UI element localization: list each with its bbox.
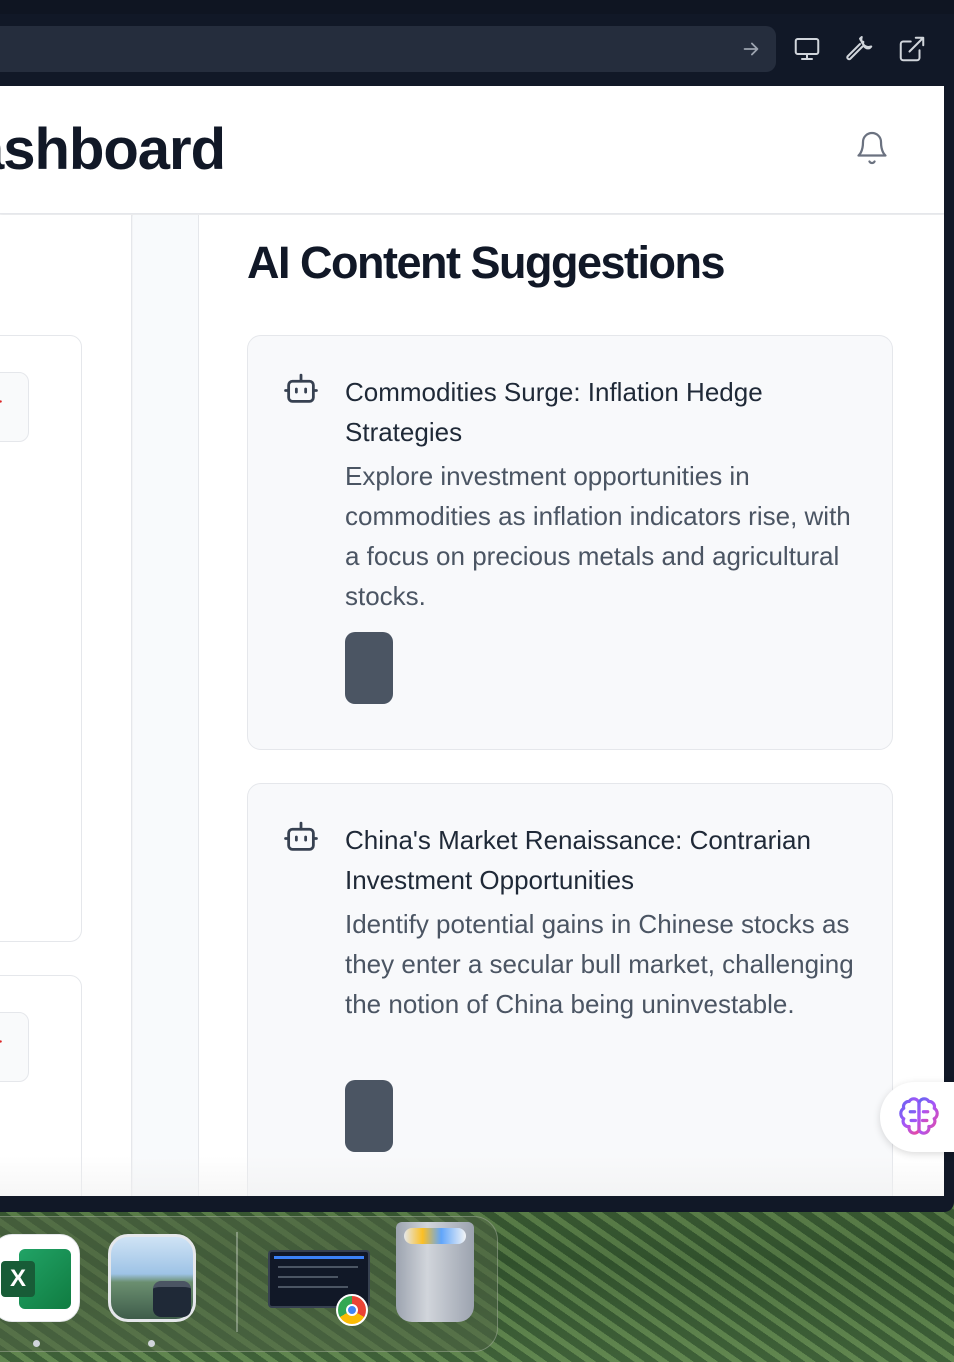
preview-app-icon[interactable] <box>108 1234 196 1322</box>
thumbnail-line <box>278 1276 338 1278</box>
suggestion-title: Commodities Surge: Inflation Hedge Strat… <box>345 377 763 447</box>
dock-separator <box>236 1232 238 1332</box>
chrome-icon[interactable] <box>336 1294 368 1326</box>
trash-icon <box>0 400 2 403</box>
thumbnail-bar <box>274 1256 364 1259</box>
bell-icon[interactable] <box>854 130 890 166</box>
delete-button[interactable] <box>0 372 29 442</box>
suggestion-action-button[interactable] <box>345 1080 393 1152</box>
dock-running-indicator <box>148 1340 155 1347</box>
address-bar[interactable] <box>0 26 776 72</box>
content-card <box>0 335 82 942</box>
trash-icon <box>0 1040 2 1043</box>
browser-title-strip <box>0 0 954 14</box>
delete-button[interactable] <box>0 1012 29 1082</box>
suggestion-action-button[interactable] <box>345 632 393 704</box>
ai-assistant-button[interactable] <box>880 1082 954 1152</box>
external-link-icon[interactable] <box>897 34 927 64</box>
scroll-fade <box>0 1156 944 1196</box>
suggestion-description: Explore investment opportunities in comm… <box>345 461 851 611</box>
excel-letter: X <box>1 1261 35 1297</box>
dock-running-indicator <box>33 1340 40 1347</box>
section-title: AI Content Suggestions <box>247 237 726 288</box>
page-title: ashboard <box>0 117 226 182</box>
browser-window: ashboard <box>0 0 954 1212</box>
brain-icon <box>899 1097 939 1135</box>
suggestion-card: Commodities Surge: Inflation Hedge Strat… <box>247 335 893 750</box>
thumbnail-line <box>278 1266 358 1268</box>
suggestion-title: China's Market Renaissance: Contrarian I… <box>345 825 811 895</box>
wrench-icon[interactable] <box>845 34 875 64</box>
page-viewport: ashboard <box>0 86 944 1196</box>
robot-icon <box>284 821 318 851</box>
chrome-center <box>346 1304 358 1316</box>
column-divider <box>133 215 199 1196</box>
arrow-right-icon[interactable] <box>740 38 762 60</box>
suggestion-description: Identify potential gains in Chinese stoc… <box>345 909 854 1019</box>
ai-suggestions-panel: AI Content Suggestions Commodities Surge… <box>199 215 944 1196</box>
excel-app-icon[interactable]: X <box>0 1234 80 1322</box>
content-list-column <box>0 215 132 1196</box>
robot-icon <box>284 373 318 403</box>
suggestion-card: China's Market Renaissance: Contrarian I… <box>247 783 893 1196</box>
preview-loupe-shape <box>153 1281 191 1317</box>
monitor-icon[interactable] <box>792 34 822 64</box>
trash-app-icon[interactable] <box>396 1222 474 1322</box>
page-header: ashboard <box>0 86 944 214</box>
thumbnail-line <box>278 1286 348 1288</box>
trash-contents <box>404 1228 466 1244</box>
